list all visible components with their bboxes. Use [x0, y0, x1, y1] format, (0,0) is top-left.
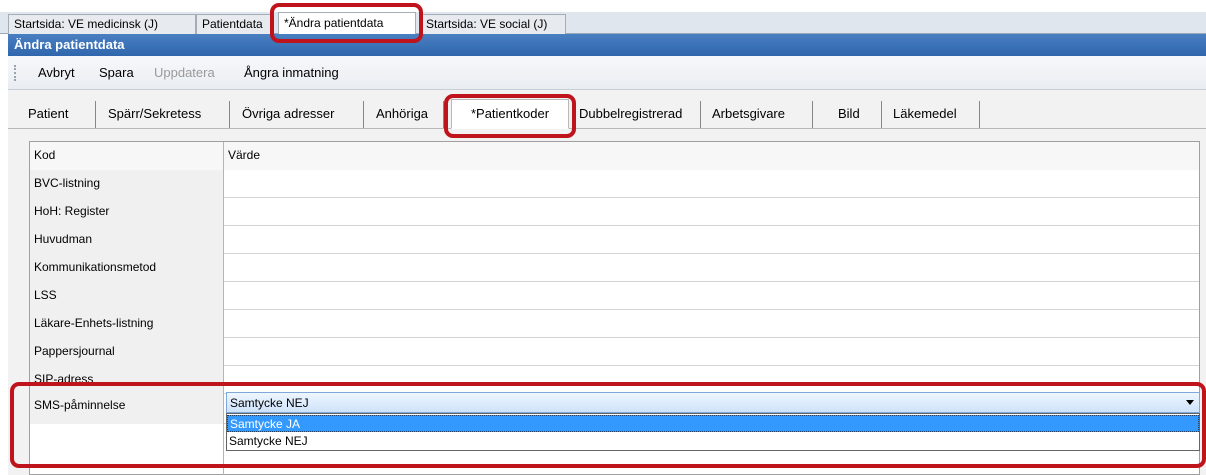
tab-bild[interactable]: Bild	[838, 101, 882, 128]
dropdown-option-samtycke-nej[interactable]: Samtycke NEJ	[227, 433, 1199, 450]
doc-tab-andra-patientdata[interactable]: *Ändra patientdata	[278, 12, 416, 34]
table-row[interactable]: HoH: Register	[30, 198, 1199, 226]
kod-cell: Kommunikationsmetod	[30, 254, 224, 282]
kod-cell: HoH: Register	[30, 198, 224, 226]
cancel-button[interactable]: Avbryt	[38, 65, 75, 81]
varde-cell[interactable]	[224, 226, 1199, 254]
tab-patient[interactable]: Patient	[28, 101, 96, 128]
doc-tab-startsida-social[interactable]: Startsida: VE social (J)	[420, 14, 566, 34]
column-header-varde[interactable]: Värde	[224, 142, 1199, 170]
tab-ovriga-adresser[interactable]: Övriga adresser	[242, 101, 364, 128]
chevron-down-icon[interactable]	[1186, 400, 1194, 405]
table-row[interactable]: Pappersjournal	[30, 338, 1199, 366]
toolbar-grip-icon[interactable]	[14, 65, 17, 81]
varde-cell[interactable]	[224, 338, 1199, 366]
table-row[interactable]: Huvudman	[30, 226, 1199, 254]
kod-column-empty-area	[30, 424, 224, 475]
kod-cell: BVC-listning	[30, 170, 224, 198]
varde-cell[interactable]	[224, 170, 1199, 198]
doc-tab-startsida-medicinsk[interactable]: Startsida: VE medicinsk (J)	[8, 14, 196, 34]
column-header-kod[interactable]: Kod	[30, 142, 224, 170]
tab-patientkoder[interactable]: *Patientkoder	[451, 99, 569, 129]
dropdown-list: Samtycke JA Samtycke NEJ	[226, 413, 1200, 451]
tab-lakemedel[interactable]: Läkemedel	[893, 101, 980, 128]
table-row[interactable]: SIP-adress	[30, 366, 1199, 394]
grid-header: Kod Värde	[30, 142, 1199, 170]
undo-input-button[interactable]: Ångra inmatning	[244, 65, 339, 81]
varde-cell[interactable]	[224, 254, 1199, 282]
tab-sparr-sekretess[interactable]: Spärr/Sekretess	[108, 101, 230, 128]
save-button[interactable]: Spara	[99, 65, 134, 81]
dropdown-option-samtycke-ja[interactable]: Samtycke JA	[227, 415, 1199, 432]
select-value: Samtycke NEJ	[230, 396, 309, 410]
varde-cell[interactable]	[224, 366, 1199, 394]
doc-tab-patientdata[interactable]: Patientdata	[196, 14, 274, 34]
window-title: Ändra patientdata	[8, 34, 1206, 56]
kod-cell: Läkare-Enhets-listning	[30, 310, 224, 338]
kod-cell: SIP-adress	[30, 366, 224, 394]
varde-cell[interactable]	[224, 282, 1199, 310]
update-button[interactable]: Uppdatera	[154, 65, 215, 81]
table-row[interactable]: Kommunikationsmetod	[30, 254, 1199, 282]
table-row[interactable]: BVC-listning	[30, 170, 1199, 198]
varde-cell[interactable]	[224, 310, 1199, 338]
sms-paminnelse-select[interactable]: Samtycke NEJ	[226, 392, 1200, 413]
tab-arbetsgivare[interactable]: Arbetsgivare	[712, 101, 813, 128]
kod-cell: Pappersjournal	[30, 338, 224, 366]
kod-cell: SMS-påminnelse	[30, 394, 224, 424]
tab-anhoriga[interactable]: Anhöriga	[376, 101, 444, 128]
tab-dubbelregistrerad[interactable]: Dubbelregistrerad	[579, 101, 701, 128]
toolbar: Avbryt Spara Uppdatera Ångra inmatning	[8, 56, 1206, 90]
table-row[interactable]: Läkare-Enhets-listning	[30, 310, 1199, 338]
kod-cell: Huvudman	[30, 226, 224, 254]
varde-cell[interactable]	[224, 198, 1199, 226]
table-row[interactable]: LSS	[30, 282, 1199, 310]
document-tab-strip: Startsida: VE medicinsk (J) Patientdata …	[0, 0, 1206, 34]
kod-cell: LSS	[30, 282, 224, 310]
